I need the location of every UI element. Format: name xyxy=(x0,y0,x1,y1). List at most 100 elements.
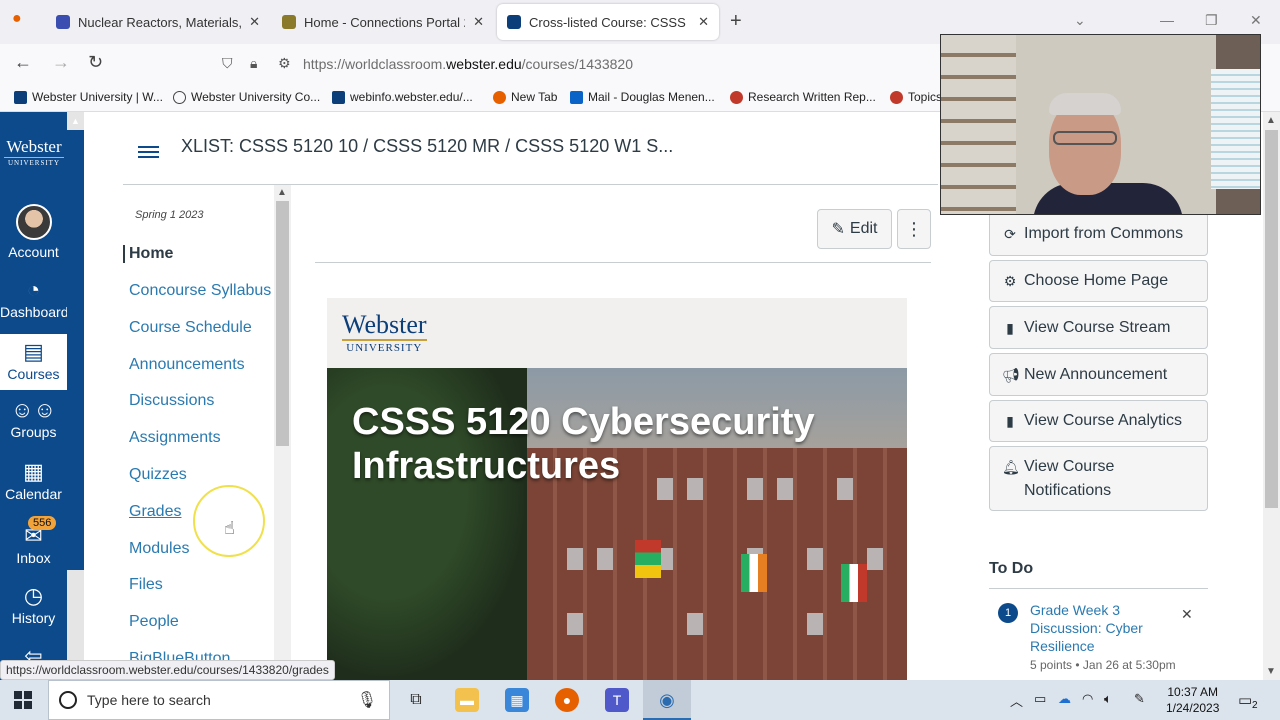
taskbar-search-box[interactable]: Type here to search 🎙︎ xyxy=(48,680,390,720)
scroll-up-icon[interactable]: ▲ xyxy=(1266,115,1276,126)
view-course-analytics-button[interactable]: ▮ View Course Analytics xyxy=(989,400,1208,442)
history-clock-icon: ◷ xyxy=(23,583,44,608)
course-menu-toggle-icon[interactable] xyxy=(138,146,159,158)
dashboard-icon: ◔ xyxy=(26,277,41,302)
tray-chevron-icon[interactable]: ︿ xyxy=(1010,691,1023,710)
microphone-icon[interactable]: 🎙︎ xyxy=(357,690,377,710)
pencil-icon: ✎ xyxy=(831,221,845,238)
edit-button[interactable]: ✎ Edit xyxy=(817,209,892,249)
course-nav-concourse-syllabus[interactable]: Concourse Syllabus xyxy=(129,282,271,300)
tab-title: Nuclear Reactors, Materials, and xyxy=(78,14,242,30)
content-divider xyxy=(315,262,931,263)
nav-history[interactable]: ◷ History xyxy=(0,582,67,632)
new-tab-button[interactable]: + xyxy=(730,10,742,33)
nav-inbox[interactable]: 556 ✉ Inbox xyxy=(0,516,67,572)
bookmark-new-tab[interactable]: New Tab xyxy=(493,90,557,104)
more-options-button[interactable]: ⋮ xyxy=(897,209,931,249)
back-arrow-icon[interactable]: ← xyxy=(14,52,32,73)
scroll-up-icon[interactable]: ▲ xyxy=(277,187,287,198)
bookmark-webinfo[interactable]: webinfo.webster.edu/... xyxy=(332,90,473,104)
close-tab-icon[interactable]: ✕ xyxy=(249,14,260,30)
flag-icon xyxy=(841,564,867,602)
nav-courses[interactable]: ▤ Courses xyxy=(0,334,67,390)
pen-icon[interactable]: ✎ xyxy=(1134,691,1145,707)
scroll-down-icon[interactable]: ▼ xyxy=(1266,666,1276,677)
course-nav-people[interactable]: People xyxy=(129,613,179,631)
bookmark-label: New Tab xyxy=(511,90,558,104)
taskbar-clock[interactable]: 10:37 AM 1/24/2023 xyxy=(1166,684,1219,716)
scrollbar-thumb[interactable] xyxy=(67,130,84,570)
shield-icon[interactable]: ⛉ xyxy=(222,55,233,72)
bookmark-mail[interactable]: Mail - Douglas Menen... xyxy=(570,90,715,104)
browser-tab-nuclear[interactable]: Nuclear Reactors, Materials, and ✕ xyxy=(46,4,270,40)
onedrive-icon[interactable]: ☁ xyxy=(1058,691,1071,707)
global-nav-scrollbar[interactable]: ▲ xyxy=(67,112,84,680)
notifications-icon[interactable]: ▭ xyxy=(1238,691,1252,709)
course-nav-home[interactable]: Home xyxy=(123,245,173,263)
view-course-notifications-button[interactable]: 🔔︎ View Course Notifications xyxy=(989,446,1208,511)
choose-home-page-button[interactable]: ⚙ Choose Home Page xyxy=(989,260,1208,302)
outlook-icon xyxy=(570,90,583,104)
nav-groups[interactable]: ☺☺ Groups xyxy=(0,396,67,446)
screen-recorder-icon[interactable]: ◉ xyxy=(655,688,679,712)
page-scrollbar[interactable]: ▲ ▼ xyxy=(1263,112,1280,680)
restore-icon[interactable]: ❐ xyxy=(1205,12,1218,29)
dismiss-todo-icon[interactable]: ✕ xyxy=(1181,606,1193,623)
close-tab-icon[interactable]: ✕ xyxy=(473,14,484,30)
tab-title: Home - Connections Portal 2.0 xyxy=(304,14,466,30)
tab-list-icon[interactable]: ⌄ xyxy=(1074,12,1086,29)
file-explorer-icon[interactable]: ▬ xyxy=(455,688,479,712)
webster-logo[interactable]: Webster UNIVERSITY xyxy=(4,138,64,167)
browser-tab-cross-listed[interactable]: Cross-listed Course: CSSS 5120 ✕ xyxy=(497,4,719,40)
building-window xyxy=(867,548,883,570)
view-course-stream-button[interactable]: ▮ View Course Stream xyxy=(989,306,1208,349)
address-bar[interactable]: https://worldclassroom.webster.edu/cours… xyxy=(303,56,633,72)
todo-item-link[interactable]: Grade Week 3 Discussion: Cyber Resilienc… xyxy=(1030,601,1170,655)
bookmark-webster-co[interactable]: Webster University Co... xyxy=(173,90,320,104)
firefox-taskbar-icon[interactable]: ● xyxy=(555,688,579,712)
windows-start-icon[interactable] xyxy=(14,691,32,709)
scroll-up-icon[interactable]: ▲ xyxy=(71,116,80,126)
webcam-person-hair xyxy=(1049,93,1121,115)
course-nav-quizzes[interactable]: Quizzes xyxy=(129,466,187,484)
course-nav-course-schedule[interactable]: Course Schedule xyxy=(129,319,252,337)
new-announcement-button[interactable]: 📢︎ New Announcement xyxy=(989,353,1208,396)
course-nav-scrollbar[interactable]: ▲ xyxy=(274,185,291,680)
scrollbar-thumb[interactable] xyxy=(1265,130,1278,508)
nav-calendar[interactable]: ▦ Calendar xyxy=(0,458,67,508)
bookmark-research[interactable]: Research Written Rep... xyxy=(730,90,876,104)
task-view-icon[interactable]: ⧉ xyxy=(404,688,428,712)
scrollbar-thumb[interactable] xyxy=(276,201,289,446)
webcam-overlay xyxy=(940,34,1261,215)
nav-dashboard[interactable]: ◔ Dashboard xyxy=(0,276,69,326)
reload-icon[interactable]: ↻ xyxy=(88,52,103,73)
course-nav-modules[interactable]: Modules xyxy=(129,540,189,558)
battery-icon[interactable]: ▭ xyxy=(1034,691,1046,707)
nav-account[interactable]: Account xyxy=(0,204,67,262)
microsoft-store-icon[interactable]: ▦ xyxy=(505,688,529,712)
link-status-tooltip: https://worldclassroom.webster.edu/cours… xyxy=(0,660,335,680)
import-from-commons-button[interactable]: ⟳ Import from Commons xyxy=(989,212,1208,256)
wifi-icon[interactable]: ◠ xyxy=(1082,691,1093,707)
course-nav-assignments[interactable]: Assignments xyxy=(129,429,221,447)
course-nav-files[interactable]: Files xyxy=(129,576,163,594)
teams-icon[interactable]: T xyxy=(605,688,629,712)
close-window-icon[interactable]: ✕ xyxy=(1250,12,1262,29)
course-nav-announcements[interactable]: Announcements xyxy=(129,356,245,374)
webcam-person-shirt xyxy=(1033,183,1183,214)
webcam-bookshelf xyxy=(941,35,1016,214)
browser-tab-connections[interactable]: Home - Connections Portal 2.0 ✕ xyxy=(272,4,494,40)
bookmark-webster-w[interactable]: Webster University | W... xyxy=(14,90,163,104)
breadcrumb[interactable]: XLIST: CSSS 5120 10 / CSSS 5120 MR / CSS… xyxy=(181,136,673,157)
lock-icon[interactable]: 🔒︎ xyxy=(250,55,257,72)
permissions-icon[interactable]: ⚙ xyxy=(278,55,291,72)
course-nav-grades[interactable]: Grades xyxy=(129,503,181,521)
close-tab-icon[interactable]: ✕ xyxy=(698,14,709,30)
calendar-icon: ▦ xyxy=(23,459,44,484)
course-nav-discussions[interactable]: Discussions xyxy=(129,392,214,410)
forward-arrow-icon[interactable]: → xyxy=(52,52,70,73)
volume-icon[interactable]: 🔈︎ xyxy=(1104,691,1112,707)
firefox-menu-icon[interactable]: ● xyxy=(12,10,22,28)
bookmark-topics[interactable]: Topics xyxy=(890,90,942,104)
minimize-icon[interactable]: — xyxy=(1160,12,1174,28)
